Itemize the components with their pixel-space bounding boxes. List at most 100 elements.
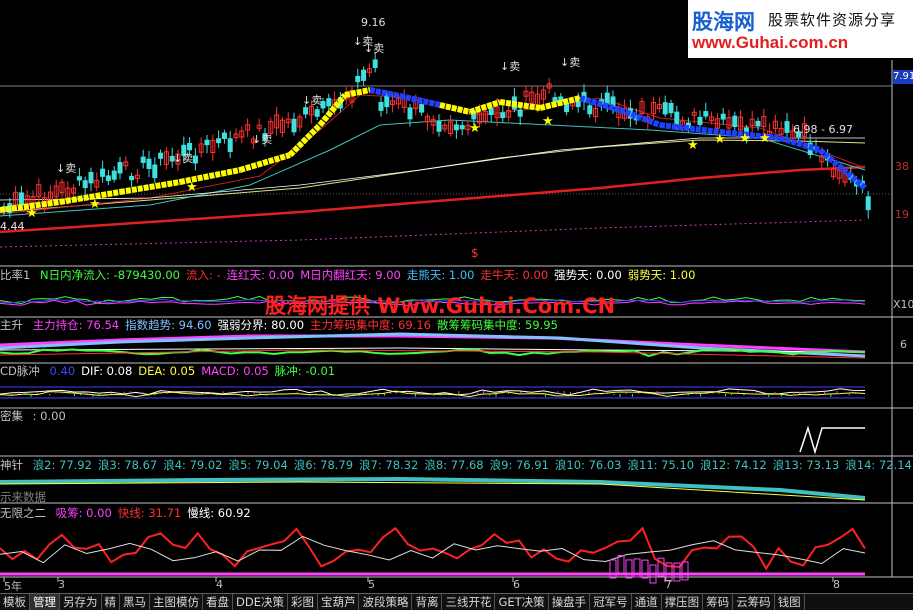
tab-19[interactable]: 云筹码	[733, 594, 775, 610]
panel2-values: 主力持仓: 76.54 指数趋势: 94.60 强弱分界: 80.00 主力筹码集中度…	[33, 318, 564, 332]
logo-url: www.Guhai.com.cn	[692, 33, 849, 52]
star-marker-6: ★	[714, 132, 726, 147]
star-marker-2: ★	[186, 180, 198, 195]
panel3-value-1: DIF: 0.08	[81, 364, 133, 378]
star-marker-8: ★	[759, 131, 771, 146]
panel3-title: CD脉冲	[0, 364, 40, 378]
panel5-header: 神针 浪2: 77.92 浪3: 78.67 浪4: 79.02 浪5: 79.04 浪…	[0, 458, 913, 472]
tab-0[interactable]: 模板	[0, 594, 30, 610]
panel1-header: 比率1 N日内净流入: -879430.00 流入: - 连红天: 0.00 M日内翻…	[0, 268, 707, 282]
star-marker-4: ★	[542, 114, 554, 129]
sell-marker-7: ↓卖	[560, 56, 581, 69]
sell-marker-2: ↓卖	[252, 133, 273, 146]
panel1-value-7: 弱势天: 1.00	[627, 268, 696, 282]
panel5-value-6: 浪8: 77.68	[424, 458, 484, 472]
tab-11[interactable]: 背离	[412, 594, 443, 610]
panel5-value-10: 浪12: 74.12	[700, 458, 767, 472]
panel2-value-3: 主力筹码集中度: 69.16	[310, 318, 431, 332]
time-axis-label-4: 6	[513, 578, 520, 591]
panel6-title: 无限之二	[0, 506, 46, 520]
tab-2[interactable]: 另存为	[60, 594, 102, 610]
tab-5[interactable]: 主图模仿	[150, 594, 203, 610]
panel5-value-1: 浪3: 78.67	[97, 458, 158, 472]
logo-brand: 股海网	[692, 10, 755, 34]
panel2-header: 主升 主力持仓: 76.54 指数趋势: 94.60 强弱分界: 80.00 主力筹码…	[0, 318, 570, 332]
panel1-value-4: 走熊天: 1.00	[406, 268, 475, 282]
tab-20[interactable]: 钱图	[775, 594, 805, 610]
tab-17[interactable]: 撑压图	[662, 594, 704, 610]
panel1-value-6: 强势天: 0.00	[554, 268, 622, 282]
tab-18[interactable]: 筹码	[703, 594, 734, 610]
price-high-label: 9.16	[361, 16, 386, 29]
panel1-axis: X10	[893, 298, 913, 311]
tab-10[interactable]: 波段策略	[359, 594, 413, 610]
tab-12[interactable]: 三线开花	[442, 594, 496, 610]
price-low-label: 4.44	[0, 220, 25, 233]
panel5-value-7: 浪9: 76.91	[489, 458, 549, 472]
panel3-value-0: 0.40	[49, 364, 76, 378]
p6-box-1	[617, 555, 625, 575]
star-marker-1: ★	[89, 197, 101, 212]
panel5-value-8: 浪10: 76.03	[554, 458, 622, 472]
panel2-axis: 6	[900, 338, 907, 351]
tab-16[interactable]: 通道	[632, 594, 662, 610]
tab-6[interactable]: 看盘	[203, 594, 233, 610]
panel4-title: 密集	[0, 409, 23, 423]
time-axis-label-6: 8	[833, 578, 840, 591]
panel5-value-3: 浪5: 79.04	[228, 458, 288, 472]
panel4-header: 密集 : 0.00	[0, 409, 78, 423]
panel6-value-0: 吸筹: 0.00	[55, 506, 112, 520]
panel5-value-0: 浪2: 77.92	[32, 458, 92, 472]
sell-marker-6: ↓卖	[500, 60, 521, 73]
panel6-values: 吸筹: 0.00 快线: 31.71 慢线: 60.92	[56, 506, 257, 520]
axis-label-38: 38	[895, 160, 909, 173]
template-tab-bar: 模板 管理 另存为精黑马 主图模仿 看盘 DDE决策 彩图 宝葫芦 波段策略 背离 三线开花 GET决…	[0, 593, 913, 610]
trend-band-9	[369, 87, 401, 99]
panel3-value-4: 脉冲: -0.01	[274, 364, 336, 378]
star-marker-3: ★	[469, 121, 481, 136]
panel5-value-4: 浪6: 78.79	[293, 458, 354, 472]
panel2-value-0: 主力持仓: 76.54	[32, 318, 120, 332]
time-axis-label-5: 7	[665, 578, 672, 591]
price-mid-label: 6.98 - 6.97	[793, 123, 853, 136]
logo-slogan: 股票软件资源分享	[768, 11, 897, 29]
tab-4[interactable]: 黑马	[120, 594, 150, 610]
time-axis-label-0: 5年	[4, 580, 22, 593]
tab-13[interactable]: GET决策	[495, 594, 549, 610]
p5-band	[0, 476, 866, 500]
panel3-value-2: DEA: 0.05	[138, 364, 196, 378]
star-marker-0: ★	[26, 206, 38, 221]
panel5-value-5: 浪7: 78.32	[359, 458, 419, 472]
trend-band-3	[119, 179, 181, 195]
main-price-chart: ★ ★ ★ ★ ★ ★ ★ ★ ★	[0, 52, 871, 248]
panel3-values: 0.40 DIF: 0.08 DEA: 0.05 MACD: 0.05 脉冲: -0.0…	[50, 364, 342, 378]
site-logo: 股海网 股票软件资源分享 www.Guhai.com.cn	[688, 0, 913, 58]
tab-9[interactable]: 宝葫芦	[318, 594, 360, 610]
tab-15[interactable]: 冠军号	[590, 594, 632, 610]
panel1-value-5: 走牛天: 0.00	[480, 268, 549, 282]
trend-band-11	[439, 102, 471, 115]
panel1-value-2: 连红天: 0.00	[226, 268, 295, 282]
panel3-header: CD脉冲 0.40 DIF: 0.08 DEA: 0.05 MACD: 0.05 脉冲:…	[0, 364, 347, 378]
panel1-value-0: N日内净流入: -879430.00	[39, 268, 180, 282]
sell-marker-1: ↓卖	[173, 152, 194, 165]
panel2-value-4: 散筹筹码集中度: 59.95	[436, 318, 558, 332]
tab-3[interactable]: 精	[102, 594, 120, 610]
tab-14[interactable]: 操盘手	[549, 594, 591, 610]
panel5-value-11: 浪13: 73.13	[772, 458, 840, 472]
panel5-values: 浪2: 77.92 浪3: 78.67 浪4: 79.02 浪5: 79.04 浪6: …	[33, 458, 913, 472]
panel5-subtitle: 示来数据	[0, 490, 46, 504]
panel2-value-1: 指数趋势: 94.60	[125, 318, 212, 332]
p6-slow	[0, 535, 866, 565]
panel5-title: 神针	[0, 458, 23, 472]
panel6-value-1: 快线: 31.71	[117, 506, 182, 520]
watermark: 股海网提供 Www.Guhai.Com.CN	[265, 294, 616, 318]
panel1-title: 比率1	[0, 268, 31, 282]
indicator-panels	[0, 295, 866, 584]
tab-1[interactable]: 管理	[30, 594, 60, 610]
panel6-header: 无限之二 吸筹: 0.00 快线: 31.71 慢线: 60.92	[0, 506, 263, 520]
current-price-tag: 7.91	[893, 70, 913, 84]
tab-7[interactable]: DDE决策	[233, 594, 288, 610]
trend-band-5	[239, 152, 291, 173]
tab-8[interactable]: 彩图	[288, 594, 318, 610]
